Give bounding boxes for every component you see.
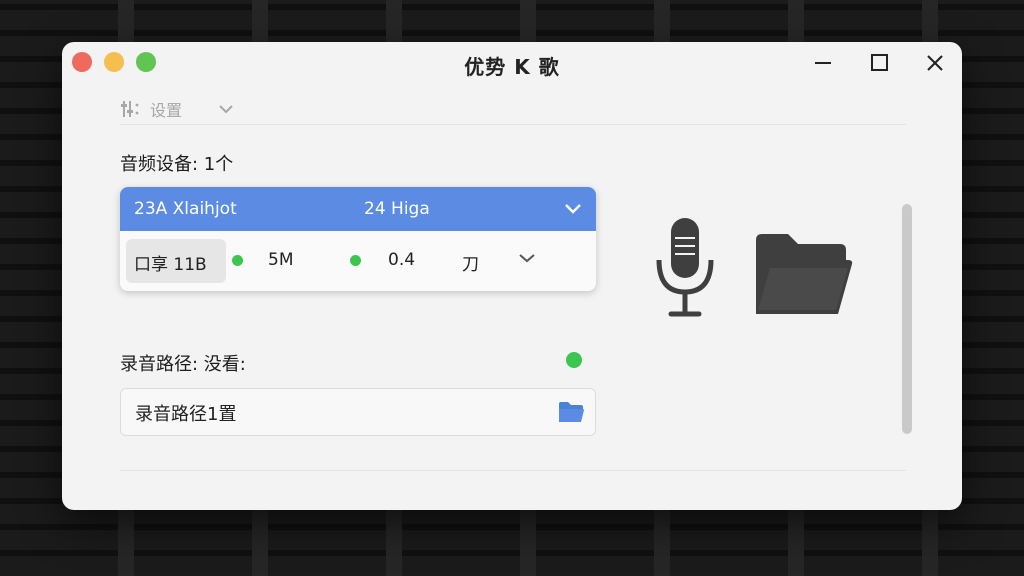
audio-device-option-row[interactable]: 口享 11B 5M 0.4 刀 (120, 231, 596, 291)
device-value-3: 刀 (462, 255, 479, 275)
minimize-icon[interactable] (808, 48, 838, 78)
recording-path-field[interactable]: 录音路径1置 (120, 388, 596, 436)
chevron-down-icon (219, 105, 233, 114)
microphone-icon[interactable] (654, 216, 716, 318)
sliders-icon (121, 101, 139, 117)
audio-device-dropdown[interactable]: 23A Xlaihjot 24 Higa 口享 11B 5M 0.4 刀 (120, 187, 596, 291)
device-value-1: 5M (268, 250, 294, 270)
device-value-2: 0.4 (388, 250, 416, 270)
chevron-down-icon[interactable] (562, 197, 584, 219)
folder-icon[interactable] (557, 399, 585, 425)
divider (120, 470, 906, 471)
audio-device-label: 音频设备: 1个 (120, 154, 234, 175)
maximize-icon[interactable] (864, 48, 894, 78)
chevron-down-icon[interactable] (516, 247, 538, 269)
device-chip[interactable]: 口享 11B (126, 239, 226, 283)
status-dot (350, 255, 361, 266)
app-window: 优势 K 歌 设置 音频设备: 1个 23A Xlaihjot 24 Higa (62, 42, 962, 510)
close-icon[interactable] (920, 48, 950, 78)
recording-path-label: 录音路径: 没看: (120, 354, 246, 375)
status-dot (232, 255, 243, 266)
settings-menu[interactable]: 设置 (120, 94, 234, 124)
device-detail: 24 Higa (364, 199, 430, 219)
scrollbar[interactable] (902, 204, 912, 434)
folder-icon[interactable] (752, 230, 854, 318)
settings-label: 设置 (150, 101, 183, 120)
recording-path-value: 录音路径1置 (135, 404, 237, 425)
device-name: 23A Xlaihjot (134, 199, 237, 219)
device-chip-label: 口享 11B (134, 255, 207, 275)
audio-device-selected-option[interactable]: 23A Xlaihjot 24 Higa (120, 187, 596, 231)
divider (120, 124, 906, 125)
status-indicator (566, 352, 582, 368)
